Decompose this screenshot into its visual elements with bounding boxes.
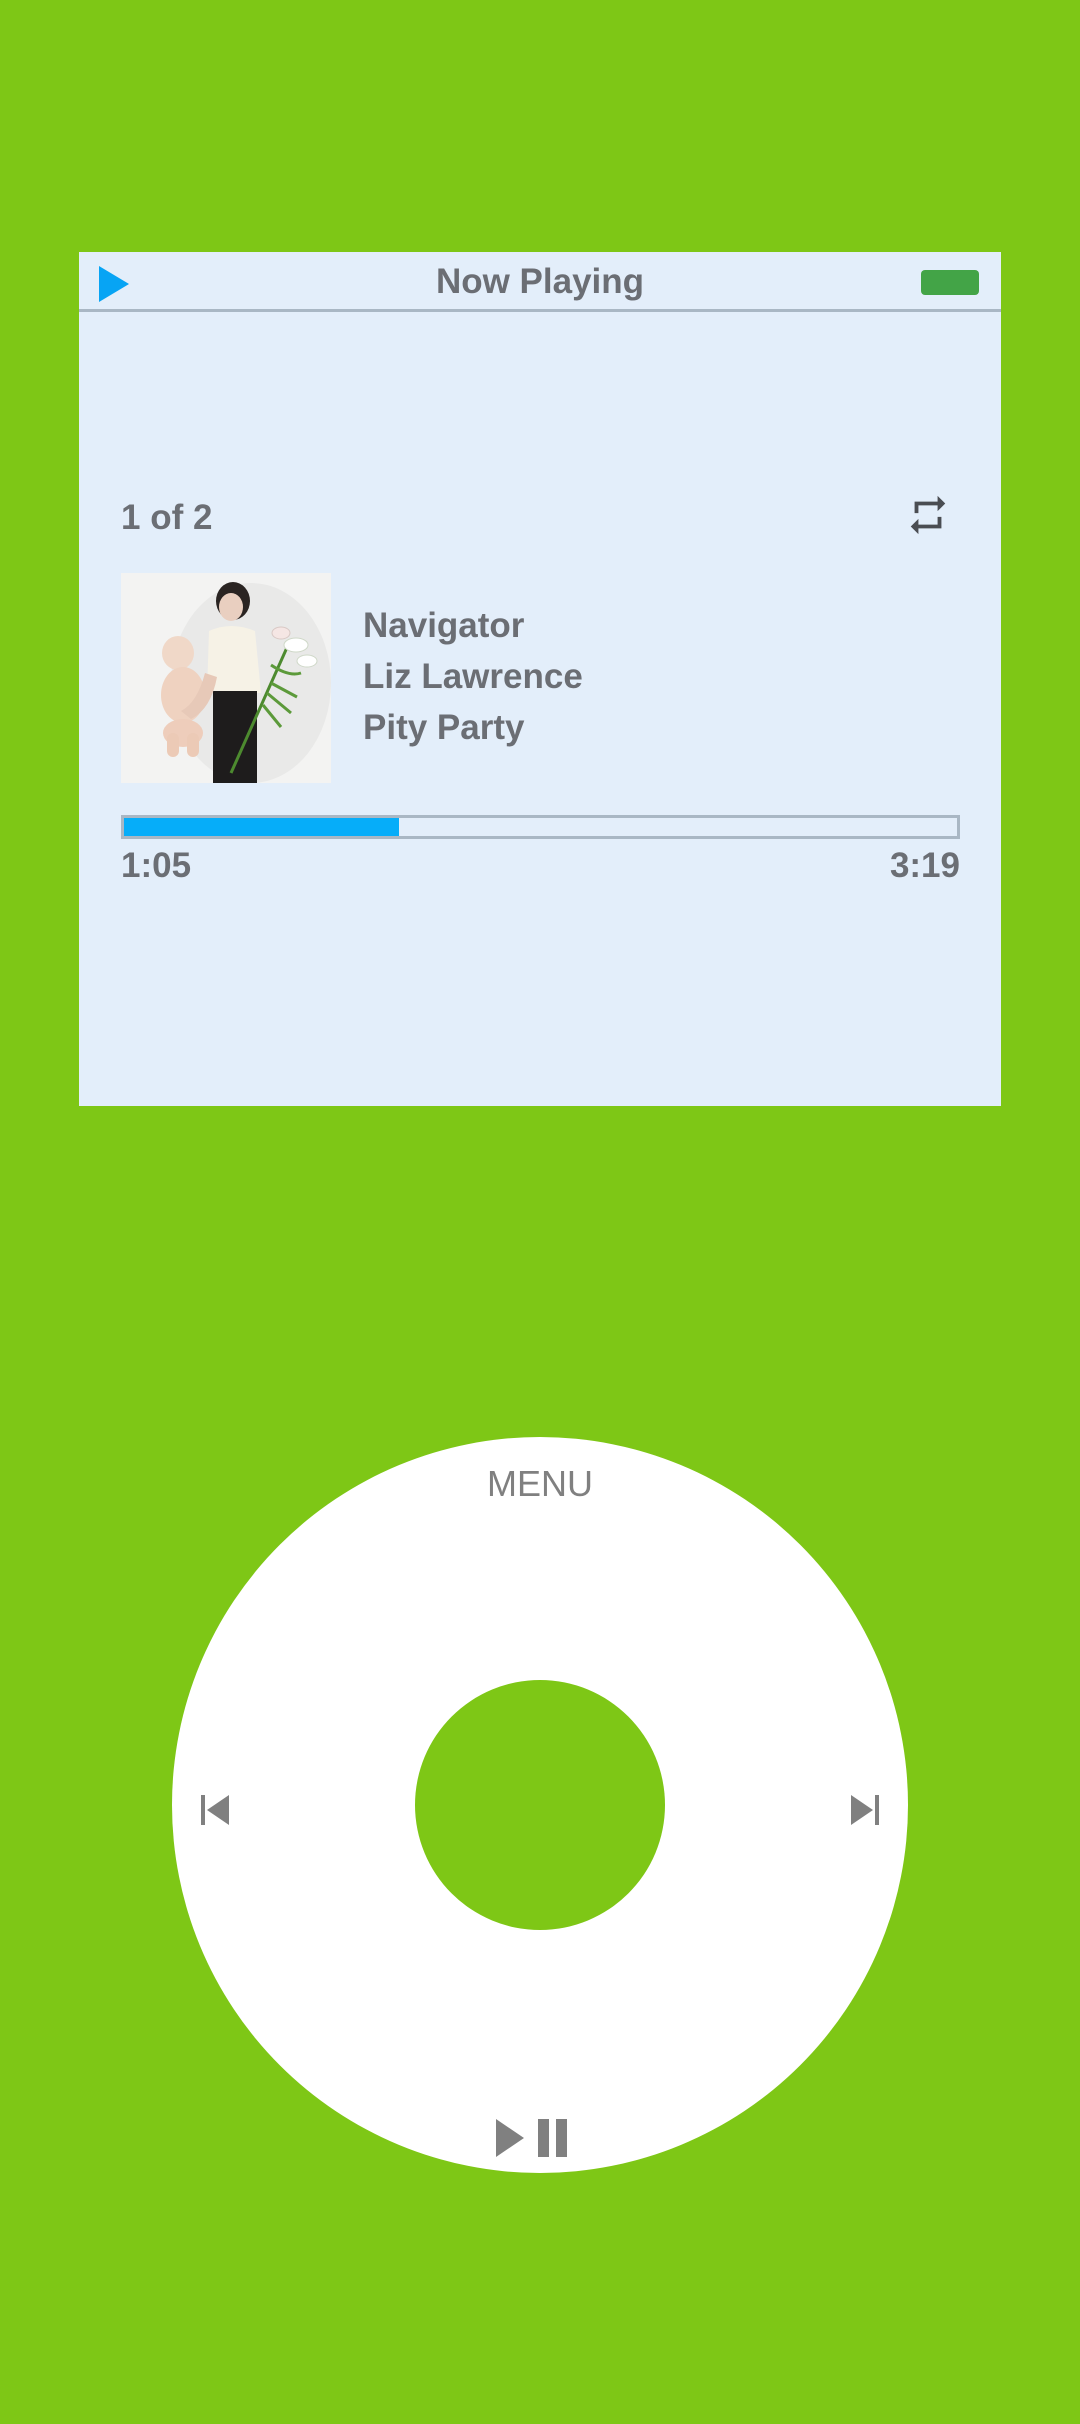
page-title: Now Playing — [435, 262, 645, 301]
center-button[interactable] — [415, 1680, 665, 1930]
album-art-image — [121, 573, 331, 783]
track-meta: Navigator Liz Lawrence Pity Party — [363, 600, 583, 753]
status-bar: Now Playing — [79, 252, 1001, 312]
track-index: 1 of 2 — [121, 498, 213, 537]
skip-forward-icon[interactable] — [847, 1792, 883, 1828]
repeat-icon[interactable] — [905, 492, 951, 538]
play-pause-icon[interactable] — [492, 2117, 588, 2159]
click-wheel[interactable]: MENU — [172, 1437, 908, 2173]
elapsed-time: 1:05 — [121, 846, 192, 885]
progress-bar[interactable] — [121, 815, 960, 839]
menu-button[interactable]: MENU — [172, 1463, 908, 1505]
progress-fill — [124, 818, 399, 836]
total-time: 3:19 — [889, 846, 960, 885]
song-title: Navigator — [363, 606, 525, 645]
album-art — [121, 573, 331, 783]
player-screen: Now Playing 1 of 2 Navigator Liz Lawrenc… — [79, 252, 1001, 1106]
skip-back-icon[interactable] — [197, 1792, 233, 1828]
artist-name: Liz Lawrence — [363, 657, 583, 696]
battery-icon — [921, 270, 979, 295]
album-name: Pity Party — [363, 708, 525, 747]
